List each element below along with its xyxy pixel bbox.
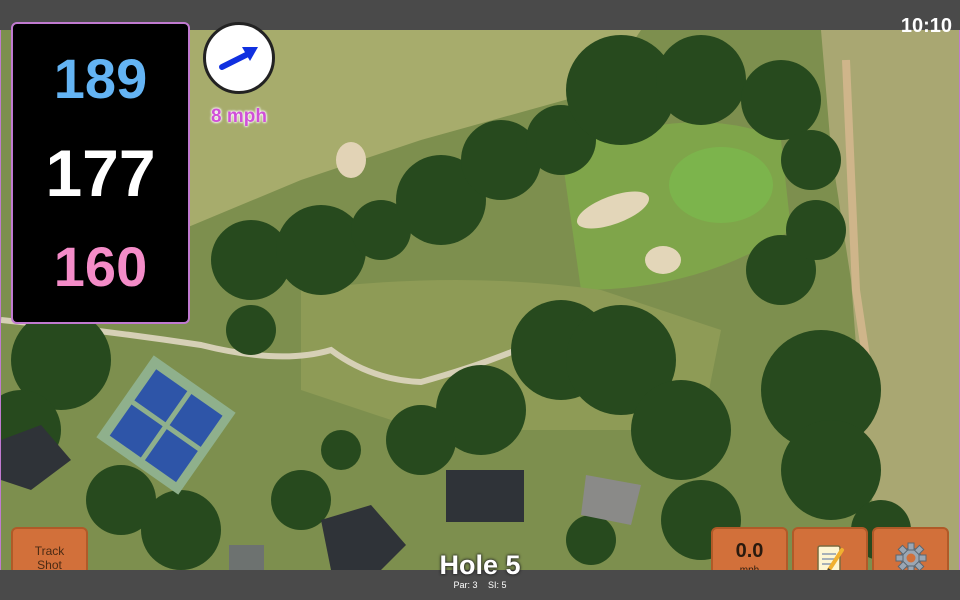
- yardage-back: 189: [53, 46, 148, 110]
- speed-value: 0.0: [735, 539, 764, 562]
- hole-details: Par: 3 SI: 5: [380, 580, 580, 590]
- hole-title: Hole 5: [439, 550, 521, 580]
- hole-stroke-index: SI: 5: [488, 580, 507, 590]
- wind-indicator: [203, 22, 275, 94]
- track-shot-label: Track Shot: [34, 543, 65, 572]
- clock: 10:10: [900, 15, 952, 37]
- yardage-panel: 189 177 160: [11, 22, 190, 324]
- yardage-middle: 177: [45, 135, 156, 210]
- hole-info: Hole 5 Par: 3 SI: 5: [380, 550, 580, 590]
- yardage-front: 160: [53, 235, 148, 299]
- wind-arrow-icon: [219, 47, 258, 70]
- wind-speed-label: 8 mph: [211, 106, 267, 127]
- notepad-icon: [817, 544, 844, 573]
- hole-par: Par: 3: [453, 580, 478, 590]
